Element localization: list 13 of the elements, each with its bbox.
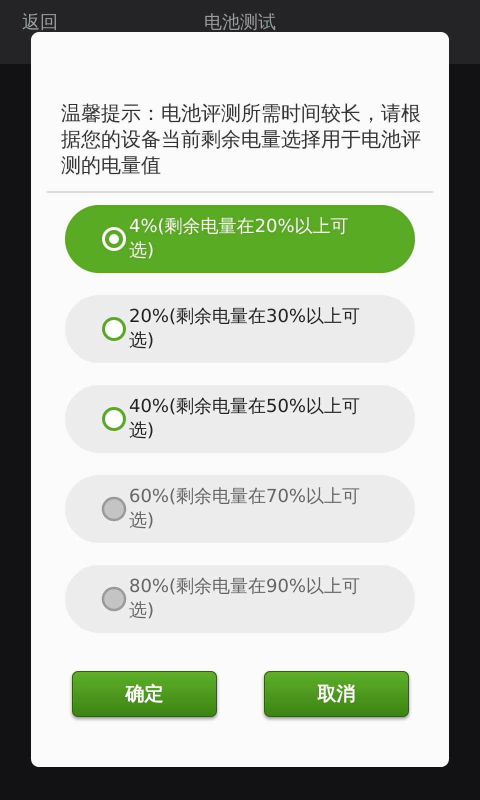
option-button[interactable]: 40%(剩余电量在50%以上可选): [65, 385, 415, 453]
option-button[interactable]: 20%(剩余电量在30%以上可选): [65, 295, 415, 363]
confirm-button[interactable]: 确定: [72, 671, 217, 717]
cancel-button[interactable]: 取消: [264, 671, 409, 717]
radio-icon: [101, 406, 127, 432]
radio-icon: [101, 496, 127, 522]
screen-title: 电池测试: [204, 11, 276, 34]
radio-icon: [101, 226, 127, 252]
hint-message: 温馨提示：电池评测所需时间较长，请根据您的设备当前剩余电量选择用于电池评测的电量值: [61, 100, 422, 178]
back-button[interactable]: 返回: [22, 10, 58, 34]
option-button[interactable]: 4%(剩余电量在20%以上可选): [65, 205, 415, 273]
radio-icon: [101, 586, 127, 612]
radio-icon: [101, 316, 127, 342]
